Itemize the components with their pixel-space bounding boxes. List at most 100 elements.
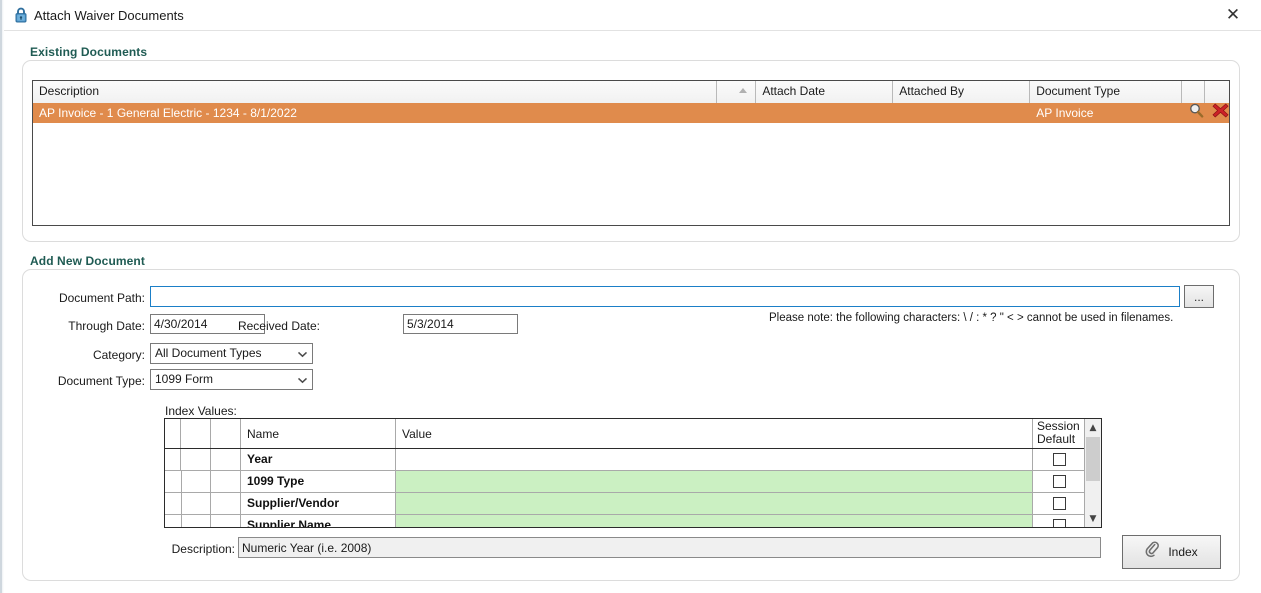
title-bar: Attach Waiver Documents ✕ <box>4 0 1261 31</box>
document-type-select-value: 1099 Form <box>155 372 214 386</box>
column-header-name-label: Name <box>247 426 280 441</box>
scroll-up-icon[interactable]: ▲ <box>1085 419 1101 436</box>
filename-characters-note: Please note: the following characters: \… <box>769 312 1174 324</box>
session-default-checkbox[interactable] <box>1053 497 1066 510</box>
row-selector-cell[interactable] <box>165 449 181 470</box>
session-default-checkbox[interactable] <box>1053 519 1066 527</box>
column-header-view[interactable] <box>1181 81 1206 103</box>
cell-attached-by <box>893 103 1030 123</box>
row-marker2-cell <box>211 493 241 514</box>
received-date-input[interactable] <box>403 314 518 334</box>
scroll-down-icon[interactable]: ▼ <box>1085 510 1101 527</box>
document-type-select[interactable]: 1099 Form <box>150 369 313 390</box>
existing-documents-label: Existing Documents <box>30 45 148 59</box>
window-title: Attach Waiver Documents <box>34 8 184 23</box>
row-marker1-cell <box>181 493 211 514</box>
column-header-marker1 <box>181 419 211 448</box>
chevron-down-icon <box>293 344 312 363</box>
row-selector-cell[interactable] <box>165 471 181 492</box>
cell-index-value[interactable] <box>396 449 1033 470</box>
column-header-marker2 <box>211 419 241 448</box>
row-marker2-cell <box>211 471 241 492</box>
dialog-window: Attach Waiver Documents ✕ Existing Docum… <box>0 0 1261 593</box>
delete-document-button[interactable] <box>1205 103 1229 123</box>
column-header-delete[interactable] <box>1205 81 1229 103</box>
scrollbar-thumb[interactable] <box>1086 437 1100 481</box>
row-selector-cell[interactable] <box>165 515 181 527</box>
column-header-description[interactable]: Description <box>33 81 718 103</box>
existing-documents-header-row: Description Attach Date Attached By Docu… <box>33 81 1229 103</box>
row-marker2-cell <box>211 515 241 527</box>
document-path-label: Document Path: <box>58 291 145 305</box>
cell-index-name: Year <box>241 449 396 470</box>
row-marker2-cell <box>211 449 241 470</box>
index-button[interactable]: Index <box>1122 535 1221 569</box>
cell-index-name: Supplier Name <box>241 515 396 527</box>
table-row[interactable]: Supplier Name <box>165 515 1101 527</box>
column-header-session-default-label: Session Default <box>1037 419 1080 446</box>
session-default-cell[interactable] <box>1033 449 1086 470</box>
close-button[interactable]: ✕ <box>1213 0 1253 30</box>
lock-icon <box>12 6 30 24</box>
document-type-label: Document Type: <box>57 374 145 388</box>
index-values-header-row: Name Value Session Default <box>165 419 1101 449</box>
session-default-cell[interactable] <box>1033 493 1086 514</box>
row-selector-cell[interactable] <box>165 493 181 514</box>
column-header-name: Name <box>241 419 396 448</box>
add-new-document-label: Add New Document <box>30 254 145 268</box>
description-field <box>238 537 1101 558</box>
column-header-session-default: Session Default <box>1033 419 1086 448</box>
red-x-icon <box>1212 103 1229 123</box>
chevron-down-icon <box>293 370 312 389</box>
category-label: Category: <box>92 348 145 362</box>
session-default-checkbox[interactable] <box>1053 475 1066 488</box>
index-values-scrollbar[interactable]: ▲ ▼ <box>1084 419 1101 527</box>
column-header-document-type-label: Document Type <box>1036 84 1121 98</box>
column-header-value-label: Value <box>402 426 432 441</box>
table-row[interactable]: AP Invoice - 1 General Electric - 1234 -… <box>33 103 1229 123</box>
paperclip-icon <box>1145 541 1160 563</box>
view-document-button[interactable] <box>1182 103 1206 123</box>
index-button-label: Index <box>1168 545 1198 559</box>
document-path-input[interactable] <box>150 286 1180 307</box>
column-header-attach-date-label: Attach Date <box>762 84 826 98</box>
category-select-value: All Document Types <box>155 346 262 360</box>
magnifier-icon <box>1188 103 1205 123</box>
column-header-value: Value <box>396 419 1033 448</box>
index-values-grid: Name Value Session Default Year 1099 Typ… <box>164 418 1102 528</box>
cell-index-value[interactable] <box>396 471 1033 492</box>
table-row[interactable]: 1099 Type <box>165 471 1101 493</box>
close-icon: ✕ <box>1225 4 1241 25</box>
column-header-attach-date[interactable]: Attach Date <box>756 81 894 103</box>
through-date-label: Through Date: <box>68 319 145 333</box>
window-left-edge <box>0 0 4 593</box>
cell-index-value[interactable] <box>396 493 1033 514</box>
session-default-checkbox[interactable] <box>1053 453 1066 466</box>
browse-button[interactable]: ... <box>1184 285 1214 308</box>
description-label: Description: <box>171 542 235 556</box>
column-header-description-label: Description <box>39 84 100 98</box>
row-marker1-cell <box>181 515 211 527</box>
browse-button-label: ... <box>1193 289 1204 304</box>
column-header-document-type[interactable]: Document Type <box>1030 81 1182 103</box>
column-header-row-selector <box>165 419 181 448</box>
received-date-label: Received Date: <box>237 319 320 333</box>
cell-index-value[interactable] <box>396 515 1033 527</box>
session-default-cell[interactable] <box>1033 471 1086 492</box>
cell-index-name: 1099 Type <box>241 471 396 492</box>
sort-ascending-icon <box>739 88 748 93</box>
cell-attach-date <box>756 103 893 123</box>
index-values-label: Index Values: <box>165 404 237 418</box>
category-select[interactable]: All Document Types <box>150 343 313 364</box>
session-default-cell[interactable] <box>1033 515 1086 527</box>
table-row[interactable]: Year <box>165 449 1101 471</box>
column-header-attached-by[interactable]: Attached By <box>893 81 1031 103</box>
column-header-attached-by-label: Attached By <box>899 84 964 98</box>
cell-index-name: Supplier/Vendor <box>241 493 396 514</box>
cell-spacer <box>717 103 756 123</box>
existing-documents-grid: Description Attach Date Attached By Docu… <box>32 80 1230 226</box>
column-header-sort-indicator[interactable] <box>717 81 757 103</box>
table-row[interactable]: Supplier/Vendor <box>165 493 1101 515</box>
row-marker1-cell <box>181 449 211 470</box>
row-marker1-cell <box>181 471 211 492</box>
